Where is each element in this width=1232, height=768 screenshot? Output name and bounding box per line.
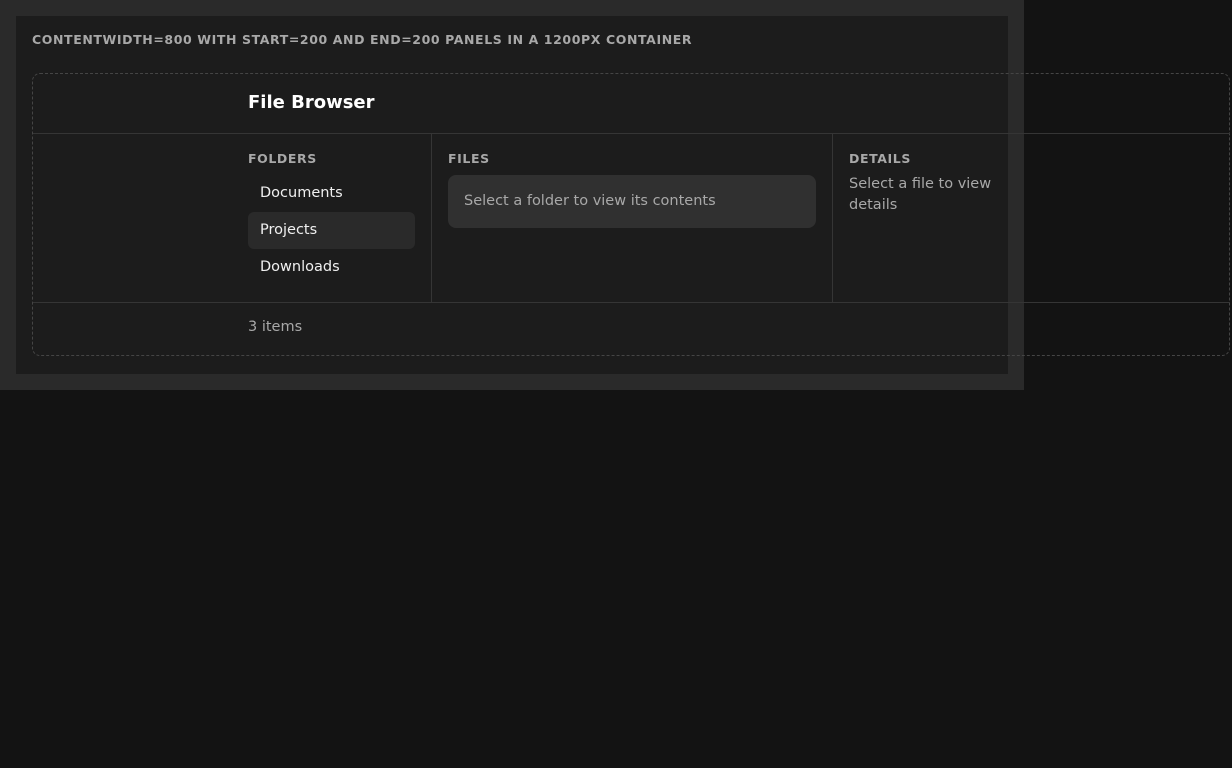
folder-item-downloads[interactable]: Downloads	[248, 249, 415, 286]
files-empty-state: Select a folder to view its contents	[448, 175, 816, 228]
footer-divider	[33, 302, 1230, 303]
header-divider	[33, 133, 1230, 134]
folders-files-divider	[431, 134, 432, 302]
details-label: DETAILS	[849, 151, 911, 166]
demo-caption: CONTENTWIDTH=800 WITH START=200 AND END=…	[32, 32, 693, 47]
page-title: File Browser	[248, 92, 375, 113]
files-details-divider	[832, 134, 833, 302]
folder-item-documents[interactable]: Documents	[248, 175, 415, 212]
folders-label: FOLDERS	[248, 151, 317, 166]
files-label: FILES	[448, 151, 490, 166]
item-count: 3 items	[248, 319, 303, 335]
details-empty-state: Select a file to view details	[849, 176, 992, 213]
folder-item-projects[interactable]: Projects	[248, 212, 415, 249]
